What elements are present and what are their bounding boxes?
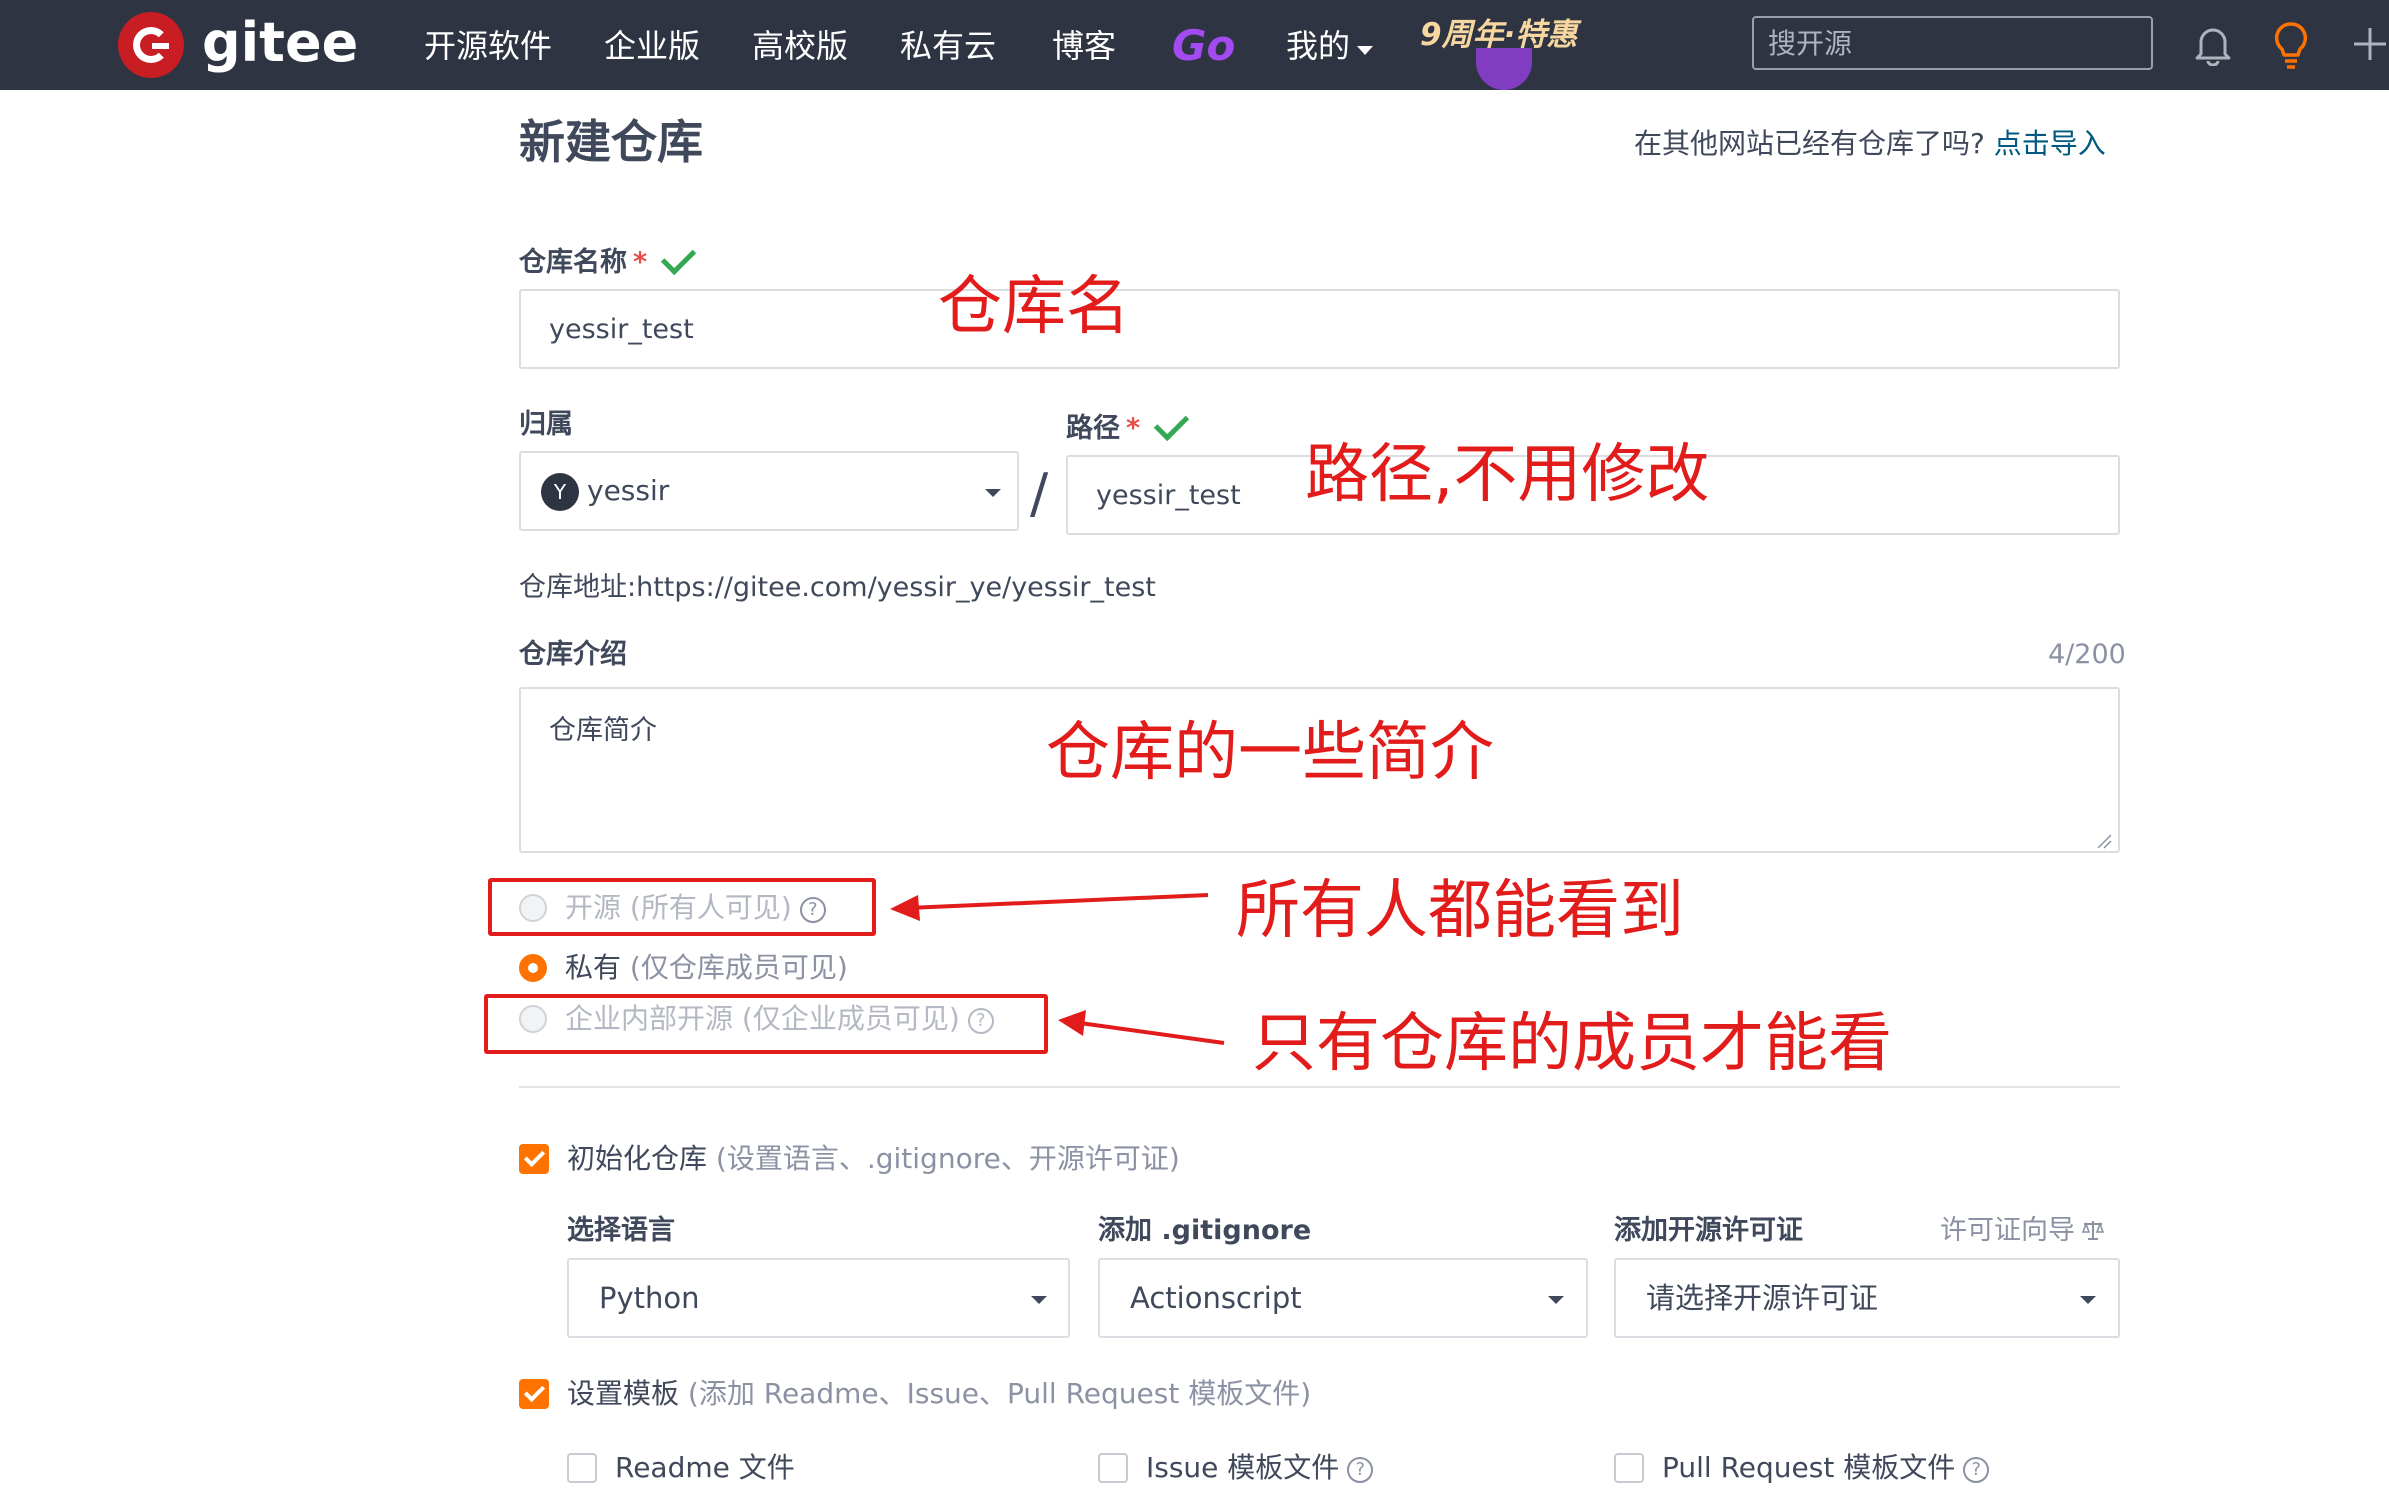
import-link[interactable]: 点击导入 [1994, 127, 2106, 160]
license-wizard-link[interactable]: 许可证向导 [1940, 1212, 2105, 1250]
plus-icon[interactable] [2350, 24, 2389, 64]
init-repo-option[interactable]: 初始化仓库 (设置语言、.gitignore、开源许可证) [519, 1138, 1180, 1180]
readme-checkbox[interactable] [567, 1453, 597, 1483]
visibility-private-label: 私有 [565, 951, 622, 984]
owner-value: yessir [587, 474, 670, 507]
nav-link-enterprise[interactable]: 企业版 [604, 24, 700, 68]
chevron-down-icon [985, 489, 1001, 497]
lang-label: 选择语言 [567, 1215, 675, 1246]
template-file-issue[interactable]: Issue 模板文件? [1098, 1447, 1374, 1489]
template-label: 设置模板 [567, 1377, 680, 1410]
init-repo-checkbox[interactable] [519, 1144, 549, 1174]
page-title: 新建仓库 [519, 115, 703, 169]
repo-url: 仓库地址:https://gitee.com/yessir_ye/yessir_… [519, 568, 1156, 608]
path-label: 路径 * [1066, 405, 1190, 448]
pull-request-checkbox[interactable] [1614, 1453, 1644, 1483]
valid-check-icon [1153, 405, 1190, 442]
lang-select[interactable]: Python [567, 1258, 1070, 1338]
template-file-readme[interactable]: Readme 文件 [567, 1447, 795, 1489]
path-label-text: 路径 [1066, 413, 1120, 444]
required-mark: * [1126, 413, 1141, 444]
chevron-down-icon [2080, 1296, 2096, 1304]
help-icon[interactable]: ? [1963, 1457, 1990, 1483]
arrow-line-private [1079, 1021, 1225, 1045]
repo-name-label-text: 仓库名称 [519, 247, 627, 278]
nav-link-education[interactable]: 高校版 [752, 24, 848, 68]
gitignore-label: 添加 .gitignore [1098, 1215, 1312, 1246]
issue-checkbox[interactable] [1098, 1453, 1128, 1483]
license-value: 请选择开源许可证 [1646, 1281, 1879, 1315]
chevron-down-icon [1031, 1296, 1047, 1304]
nav-link-open-source[interactable]: 开源软件 [424, 24, 552, 68]
lightbulb-icon[interactable] [2271, 20, 2311, 70]
template-option[interactable]: 设置模板 (添加 Readme、Issue、Pull Request 模板文件) [519, 1373, 1311, 1415]
chevron-down-icon [1357, 46, 1373, 55]
avatar: Y [541, 473, 579, 511]
bell-icon[interactable] [2193, 24, 2233, 66]
nav-link-mine[interactable]: 我的 [1286, 24, 1350, 68]
init-repo-label: 初始化仓库 [567, 1142, 708, 1175]
arrow-line-public [907, 893, 1209, 910]
scale-icon [2081, 1221, 2105, 1240]
repo-name-input[interactable] [519, 289, 2120, 369]
gitignore-value: Actionscript [1130, 1281, 1302, 1315]
arrow-head-public [890, 895, 920, 921]
valid-check-icon [660, 239, 697, 276]
gitee-logo-text[interactable]: gitee [202, 8, 358, 78]
lang-value: Python [599, 1281, 700, 1315]
arrow-head-private [1058, 1010, 1086, 1036]
chevron-down-icon [1548, 1296, 1564, 1304]
owner-select[interactable]: Y yessir [519, 451, 1019, 531]
resize-grip-icon[interactable] [2096, 833, 2112, 849]
issue-label: Issue 模板文件 [1146, 1451, 1340, 1484]
gitee-logo-icon[interactable] [118, 12, 184, 78]
import-prompt-text: 在其他网站已经有仓库了吗? [1634, 127, 1985, 160]
annotation-repo-name: 仓库名 [938, 270, 1130, 344]
gitignore-select[interactable]: Actionscript [1098, 1258, 1588, 1338]
annotation-box-enterprise [484, 994, 1048, 1054]
search-input[interactable] [1752, 16, 2153, 70]
repo-url-value: https://gitee.com/yessir_ye/yessir_test [636, 572, 1156, 603]
readme-label: Readme 文件 [615, 1451, 795, 1484]
anniversary-promo[interactable]: 9周年·特惠 [1420, 12, 1577, 58]
license-wizard-text: 许可证向导 [1940, 1215, 2075, 1246]
annotation-box-public [488, 878, 876, 936]
help-icon[interactable]: ? [1347, 1457, 1374, 1483]
section-divider [519, 1086, 2120, 1088]
nav-link-blog[interactable]: 博客 [1052, 24, 1116, 68]
owner-label: 归属 [519, 409, 573, 440]
visibility-private-hint: (仅仓库成员可见) [629, 951, 848, 984]
path-separator: / [1030, 462, 1049, 525]
repo-url-label: 仓库地址: [519, 572, 637, 603]
annotation-path: 路径,不用修改 [1305, 438, 1710, 512]
annotation-private: 只有仓库的成员才能看 [1252, 1007, 1892, 1081]
annotation-desc: 仓库的一些简介 [1046, 716, 1494, 790]
template-checkbox[interactable] [519, 1379, 549, 1409]
license-select[interactable]: 请选择开源许可证 [1614, 1258, 2120, 1338]
init-repo-hint: (设置语言、.gitignore、开源许可证) [715, 1142, 1180, 1175]
nav-link-go[interactable]: Go [1172, 18, 1235, 74]
annotation-public: 所有人都能看到 [1236, 874, 1684, 948]
template-hint: (添加 Readme、Issue、Pull Request 模板文件) [687, 1377, 1312, 1410]
visibility-private[interactable]: 私有 (仅仓库成员可见) [519, 948, 848, 988]
repo-name-label: 仓库名称 * [519, 239, 697, 282]
desc-char-count: 4/200 [2048, 639, 2126, 670]
import-prompt: 在其他网站已经有仓库了吗? 点击导入 [1634, 124, 2106, 164]
template-file-pull-request[interactable]: Pull Request 模板文件? [1614, 1447, 1990, 1489]
license-label: 添加开源许可证 [1614, 1215, 1803, 1246]
pull-request-label: Pull Request 模板文件 [1662, 1451, 1956, 1484]
required-mark: * [633, 247, 648, 278]
radio-private[interactable] [519, 954, 547, 982]
nav-link-private-cloud[interactable]: 私有云 [900, 24, 996, 68]
desc-label: 仓库介绍 [519, 639, 627, 670]
